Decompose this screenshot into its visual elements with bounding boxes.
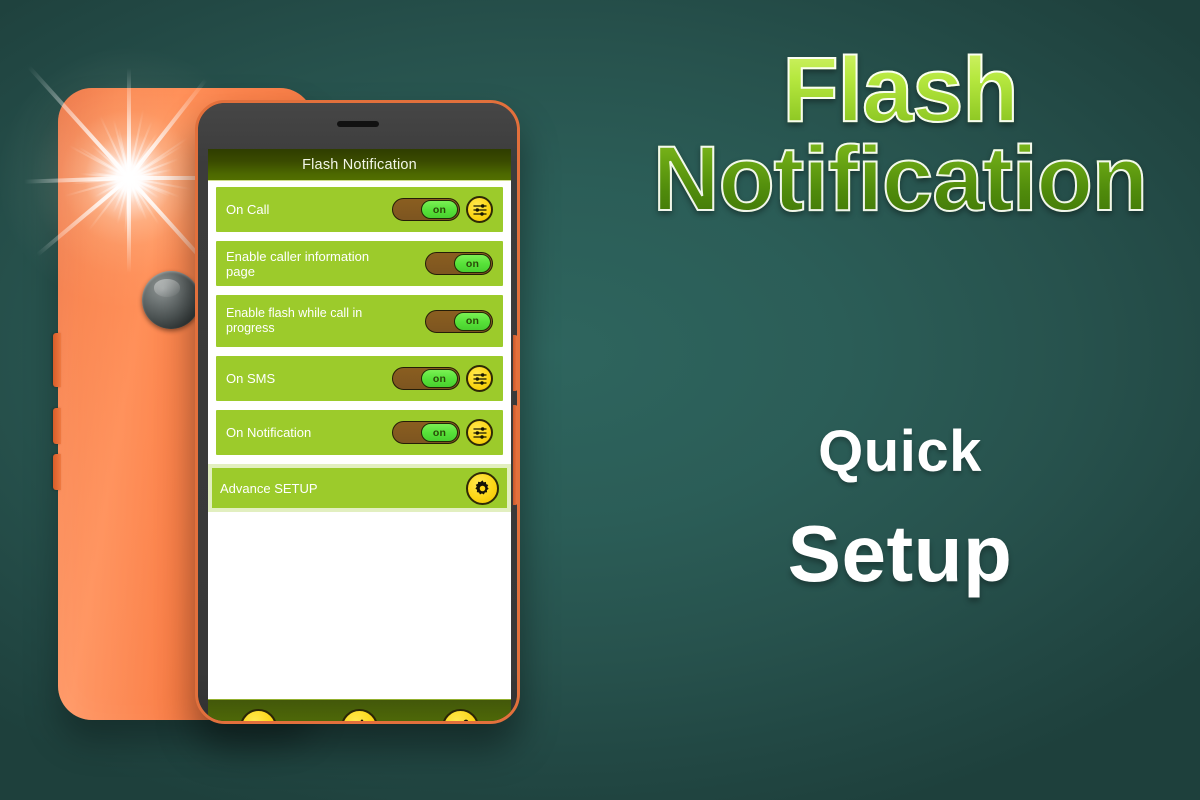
toggle-switch[interactable]: on bbox=[392, 421, 460, 444]
settings-row-controls: on bbox=[392, 419, 493, 446]
settings-list: On Call on Enable caller information page o… bbox=[208, 181, 511, 455]
phone-screen: Flash Notification On Call on Enable calle… bbox=[208, 149, 511, 699]
settings-row-controls: on bbox=[392, 365, 493, 392]
toggle-switch[interactable]: on bbox=[392, 198, 460, 221]
promo-text-panel: Flash Notification Quick Setup bbox=[600, 0, 1200, 800]
phone-front-power-button[interactable] bbox=[513, 335, 517, 391]
gear-icon[interactable] bbox=[466, 471, 499, 505]
toggle-switch[interactable]: on bbox=[425, 252, 493, 275]
toggle-state-label: on bbox=[465, 315, 480, 327]
app-title: Flash Notification bbox=[302, 156, 417, 173]
rate-app-button[interactable] bbox=[341, 709, 378, 721]
settings-row-label: On Call bbox=[226, 202, 270, 217]
settings-row-label: On Notification bbox=[226, 425, 312, 440]
share-button[interactable] bbox=[442, 709, 479, 721]
settings-row-label: Enable flash while call in progress bbox=[226, 306, 363, 335]
toggle-state-label: on bbox=[432, 426, 447, 439]
advance-setup-container[interactable]: Advance SETUP bbox=[208, 464, 511, 512]
toggle-knob: on bbox=[421, 200, 458, 219]
advance-setup-label: Advance SETUP bbox=[220, 480, 318, 496]
promo-title: Flash Notification bbox=[600, 39, 1200, 231]
settings-row[interactable]: On SMS on bbox=[216, 356, 503, 401]
settings-row-controls: on bbox=[392, 196, 493, 223]
promo-banner: Flash Notification On Call on Enable calle… bbox=[0, 0, 1200, 800]
promo-subtitle-line-1: Quick bbox=[818, 419, 982, 484]
phone-earpiece bbox=[336, 121, 379, 127]
toggle-state-label: on bbox=[465, 257, 480, 270]
equalizer-settings-icon[interactable] bbox=[466, 365, 493, 392]
phone-back-side-button-1[interactable] bbox=[53, 408, 61, 444]
toggle-knob: on bbox=[454, 254, 491, 273]
toggle-switch[interactable]: on bbox=[392, 367, 460, 390]
toggle-state-label: on bbox=[432, 203, 447, 216]
toggle-knob: on bbox=[454, 311, 491, 331]
toggle-knob: on bbox=[421, 369, 458, 388]
phone-back-gloss bbox=[58, 88, 176, 720]
phone-back-side-button-2[interactable] bbox=[53, 454, 61, 490]
settings-row-controls: on bbox=[425, 252, 493, 275]
toggle-knob: on bbox=[421, 423, 458, 442]
settings-row-label: On SMS bbox=[226, 371, 276, 386]
settings-row[interactable]: On Call on bbox=[216, 187, 503, 232]
app-title-bar: Flash Notification bbox=[208, 149, 511, 181]
phone-front-device: Flash Notification On Call on Enable calle… bbox=[195, 100, 520, 724]
equalizer-settings-icon[interactable] bbox=[466, 196, 493, 223]
settings-row[interactable]: On Notification on bbox=[216, 410, 503, 455]
app-action-bar bbox=[208, 699, 511, 721]
camera-lens-icon bbox=[142, 271, 200, 329]
promo-title-line-2: Notification bbox=[652, 128, 1149, 231]
promo-title-line-1: Flash bbox=[781, 39, 1019, 141]
equalizer-settings-icon[interactable] bbox=[466, 419, 493, 446]
more-options-button[interactable] bbox=[240, 709, 277, 721]
promo-subtitle-line-2: Setup bbox=[787, 509, 1013, 598]
toggle-state-label: on bbox=[432, 372, 447, 385]
advance-setup-row[interactable]: Advance SETUP bbox=[212, 468, 507, 508]
settings-row[interactable]: Enable caller information page on bbox=[216, 241, 503, 286]
settings-row-label: Enable caller information page bbox=[226, 248, 370, 279]
phone-front-volume-button[interactable] bbox=[513, 405, 517, 505]
settings-row-controls: on bbox=[425, 309, 493, 333]
settings-row[interactable]: Enable flash while call in progress on bbox=[216, 295, 503, 347]
toggle-switch[interactable]: on bbox=[425, 309, 493, 333]
phone-back-volume-button[interactable] bbox=[53, 333, 61, 387]
